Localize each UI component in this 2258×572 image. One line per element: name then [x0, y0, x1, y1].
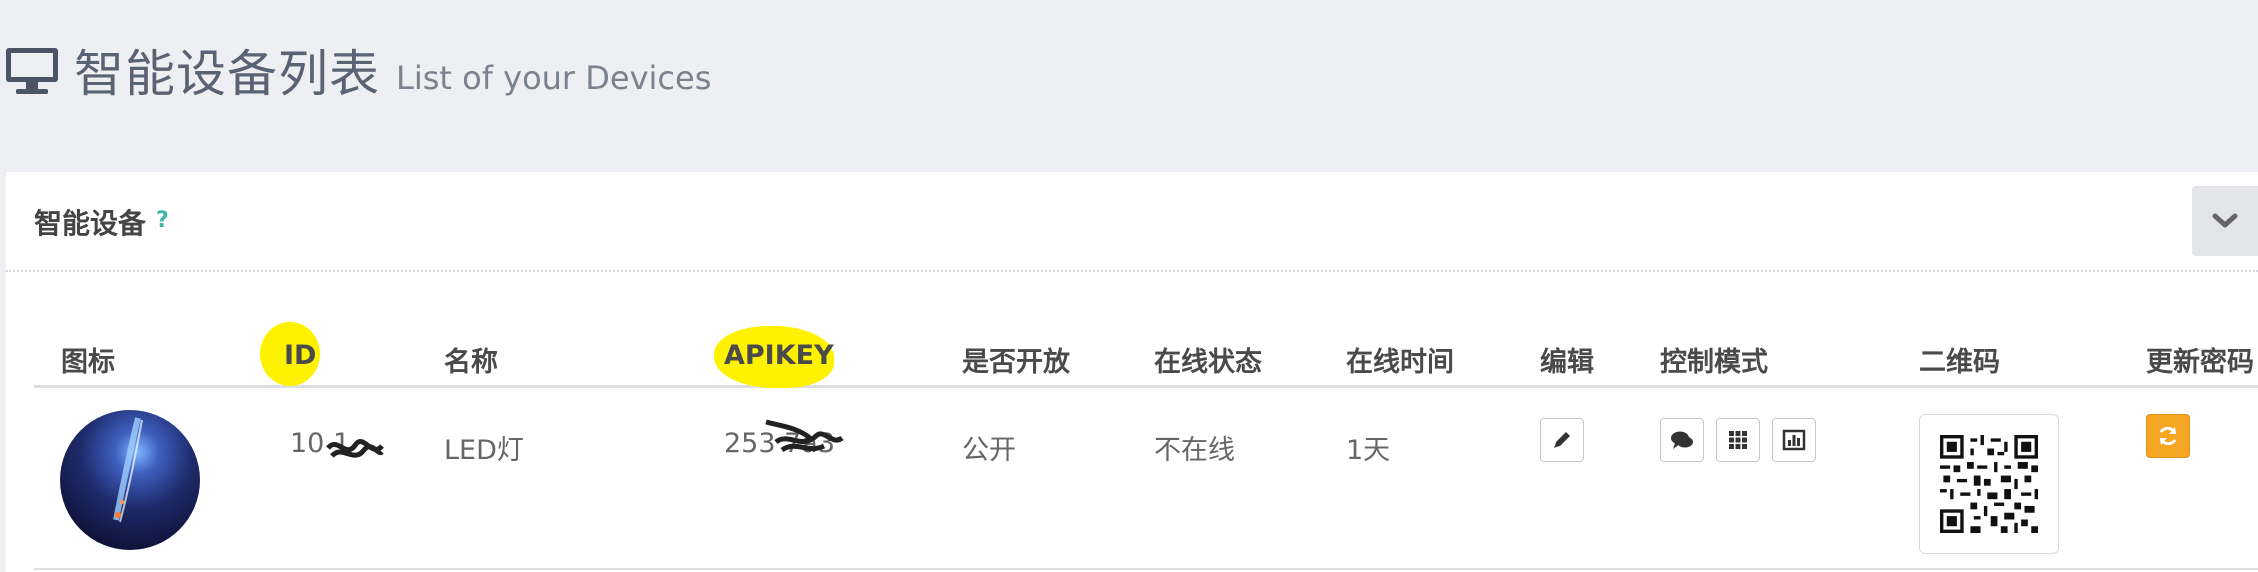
devices-table: 图标 ID 名称 APIKEY 是否开放 在线状态 在线时间 编辑 控制模式 二…: [34, 322, 2258, 570]
col-status: 在线状态: [1154, 347, 1262, 378]
monitor-icon: [6, 48, 58, 94]
collapse-button[interactable]: [2192, 186, 2258, 256]
edit-button[interactable]: [1540, 418, 1584, 462]
qr-code[interactable]: [1919, 414, 2059, 554]
table-row: 10 1 LED灯 253 7a3 公开 不在线 1天: [34, 388, 2258, 570]
redaction-scribble: [765, 419, 844, 453]
col-edit: 编辑: [1540, 347, 1594, 378]
col-name: 名称: [444, 347, 498, 378]
chevron-down-icon: [2212, 213, 2238, 228]
col-icon: 图标: [61, 347, 115, 378]
reset-password-button[interactable]: [2146, 414, 2190, 458]
help-icon[interactable]: ?: [156, 208, 169, 233]
table-header: 图标 ID 名称 APIKEY 是否开放 在线状态 在线时间 编辑 控制模式 二…: [34, 322, 2258, 388]
device-name: LED灯: [444, 435, 524, 466]
refresh-icon: [2159, 426, 2177, 446]
qr-code-icon: [1940, 435, 2038, 533]
panel-title: 智能设备: [34, 207, 147, 240]
grid-control-button[interactable]: [1716, 418, 1760, 462]
devices-panel: 智能设备 ? 图标 ID 名称 APIKEY 是否开放 在线状态 在线时间 编辑…: [6, 172, 2258, 572]
page-subtitle: List of your Devices: [396, 59, 712, 97]
page-title: 智能设备列表: [74, 45, 380, 103]
col-online-time: 在线时间: [1346, 347, 1454, 378]
col-public: 是否开放: [962, 347, 1070, 378]
redaction-scribble: [326, 439, 384, 458]
device-status: 不在线: [1154, 435, 1235, 466]
grid-icon: [1729, 431, 1747, 449]
device-public: 公开: [962, 435, 1016, 466]
page-header: 智能设备列表 List of your Devices: [0, 0, 2258, 140]
avatar-art: [113, 417, 143, 523]
device-online-time: 1天: [1346, 435, 1391, 466]
bar-chart-icon: [1782, 429, 1806, 451]
chart-control-button[interactable]: [1772, 418, 1816, 462]
panel-header: 智能设备 ?: [6, 172, 2258, 272]
col-control-mode: 控制模式: [1660, 347, 1768, 378]
chat-icon: [1671, 431, 1693, 449]
col-id: ID: [284, 340, 317, 371]
col-reset-password: 更新密码: [2146, 347, 2254, 378]
chat-control-button[interactable]: [1660, 418, 1704, 462]
col-apikey: APIKEY: [724, 340, 834, 371]
device-avatar: [60, 410, 200, 550]
col-qr: 二维码: [1919, 347, 2000, 378]
pencil-icon: [1554, 432, 1570, 448]
